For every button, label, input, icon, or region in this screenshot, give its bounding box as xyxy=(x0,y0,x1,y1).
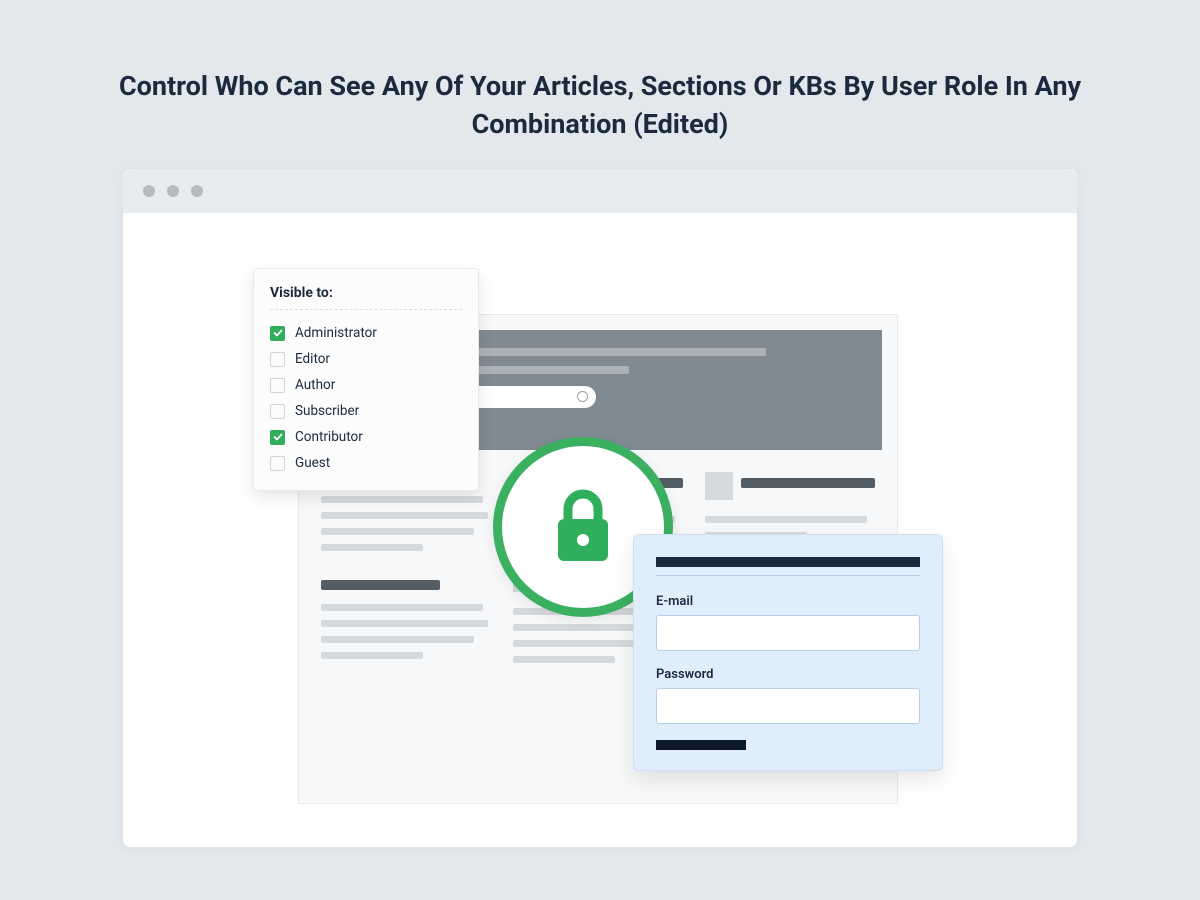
panel-title: Visible to: xyxy=(270,285,462,310)
browser-window-mock: Visible to: Administrator Editor Author Sub… xyxy=(122,168,1078,848)
window-dot-icon xyxy=(167,185,179,197)
email-field[interactable] xyxy=(656,615,920,651)
login-card: E-mail Password xyxy=(633,534,943,771)
page-headline: Control Who Can See Any Of Your Articles… xyxy=(0,0,1200,144)
role-checkbox-row[interactable]: Guest xyxy=(270,450,462,476)
role-checkbox-row[interactable]: Contributor xyxy=(270,424,462,450)
password-field[interactable] xyxy=(656,688,920,724)
checkbox-icon[interactable] xyxy=(270,456,285,471)
login-button[interactable] xyxy=(656,740,746,750)
role-label: Contributor xyxy=(295,429,363,445)
kb-column xyxy=(321,472,491,672)
password-label: Password xyxy=(656,667,920,682)
role-label: Administrator xyxy=(295,325,377,341)
window-dot-icon xyxy=(191,185,203,197)
role-label: Subscriber xyxy=(295,403,359,419)
window-titlebar xyxy=(123,169,1077,213)
login-title-placeholder xyxy=(656,557,920,567)
checkbox-icon[interactable] xyxy=(270,326,285,341)
role-label: Author xyxy=(295,377,335,393)
lock-icon xyxy=(548,487,618,567)
checkbox-icon[interactable] xyxy=(270,352,285,367)
role-checkbox-row[interactable]: Author xyxy=(270,372,462,398)
window-dot-icon xyxy=(143,185,155,197)
visible-to-panel: Visible to: Administrator Editor Author Sub… xyxy=(253,268,479,491)
role-checkbox-row[interactable]: Editor xyxy=(270,346,462,372)
role-label: Guest xyxy=(295,455,330,471)
checkbox-icon[interactable] xyxy=(270,404,285,419)
role-checkbox-row[interactable]: Subscriber xyxy=(270,398,462,424)
checkbox-icon[interactable] xyxy=(270,378,285,393)
email-label: E-mail xyxy=(656,594,920,609)
role-label: Editor xyxy=(295,351,330,367)
role-checkbox-row[interactable]: Administrator xyxy=(270,320,462,346)
checkbox-icon[interactable] xyxy=(270,430,285,445)
